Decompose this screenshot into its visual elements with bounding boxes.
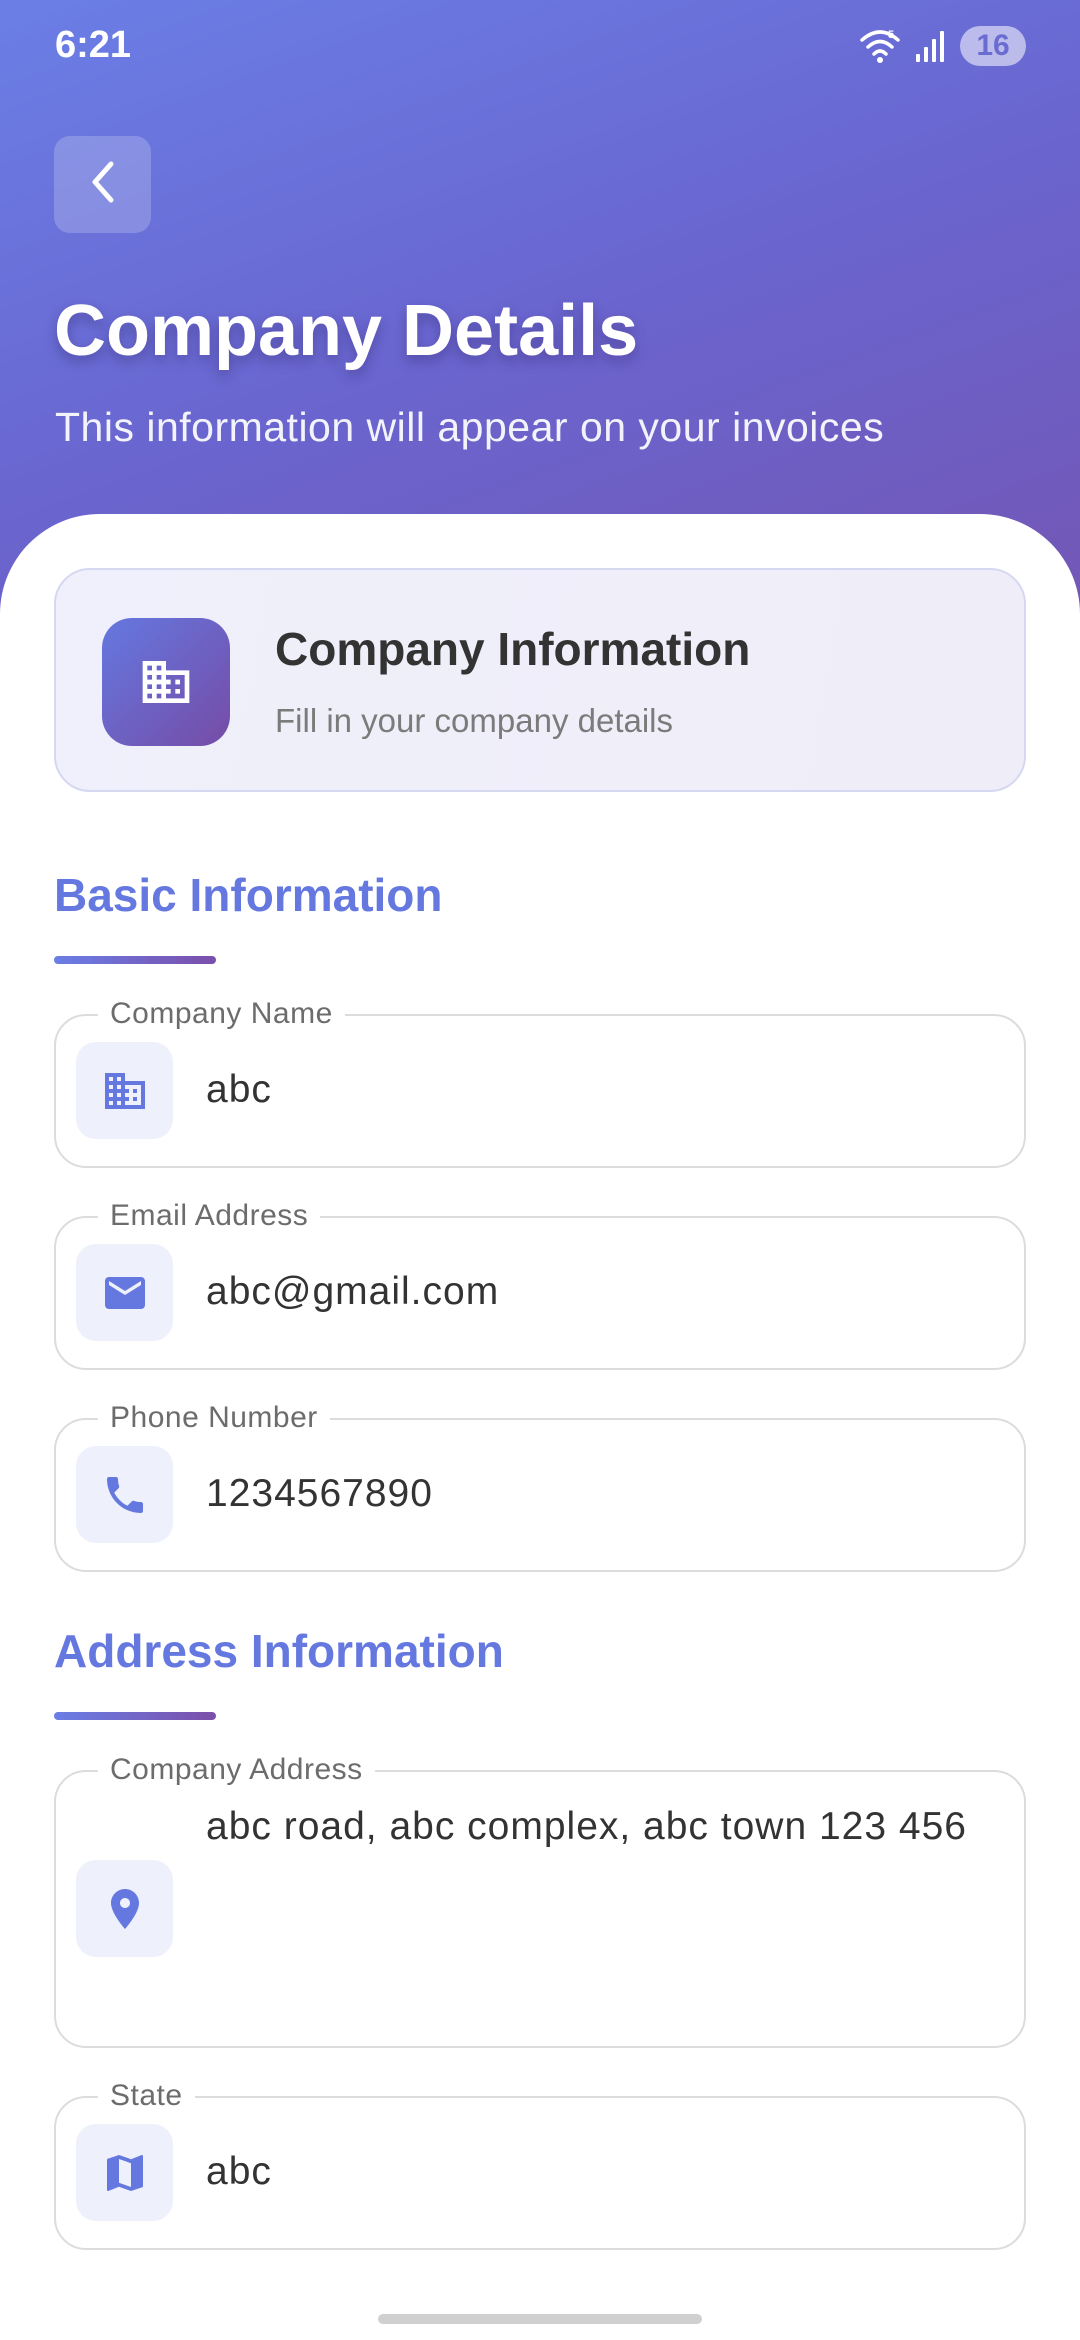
phone-input[interactable]: 1234567890 bbox=[206, 1472, 433, 1516]
company-address-label: Company Address bbox=[98, 1752, 375, 1788]
section-underline-basic bbox=[54, 956, 216, 964]
location-pin-icon bbox=[76, 1860, 173, 1957]
phone-label: Phone Number bbox=[98, 1400, 330, 1436]
email-input[interactable]: abc@gmail.com bbox=[206, 1270, 499, 1314]
status-time: 6:21 bbox=[55, 24, 132, 66]
company-info-card: Company Information Fill in your company… bbox=[54, 568, 1026, 792]
company-address-field[interactable]: Company Address abc road, abc complex, a… bbox=[54, 1752, 1026, 2048]
company-name-field[interactable]: Company Name abc bbox=[54, 996, 1026, 1168]
email-label: Email Address bbox=[98, 1198, 321, 1234]
info-card-subtitle: Fill in your company details bbox=[275, 702, 673, 739]
svg-text:5: 5 bbox=[888, 29, 894, 41]
section-title-address: Address Information bbox=[54, 1625, 504, 1677]
info-card-title: Company Information bbox=[275, 623, 751, 675]
signal-icon bbox=[914, 28, 948, 64]
battery-indicator: 16 bbox=[960, 26, 1026, 66]
building-icon bbox=[102, 618, 230, 746]
email-field[interactable]: Email Address abc@gmail.com bbox=[54, 1198, 1026, 1370]
home-indicator[interactable] bbox=[378, 2314, 702, 2324]
company-name-input[interactable]: abc bbox=[206, 1068, 272, 1112]
wifi-icon: 5 bbox=[858, 26, 902, 66]
chevron-left-icon bbox=[83, 158, 123, 211]
page-subtitle: This information will appear on your inv… bbox=[55, 404, 885, 450]
status-bar: 6:21 5 16 bbox=[0, 0, 1080, 96]
state-field[interactable]: State abc bbox=[54, 2078, 1026, 2250]
back-button[interactable] bbox=[54, 136, 151, 233]
status-icons: 5 16 bbox=[858, 24, 1026, 68]
state-input[interactable]: abc bbox=[206, 2150, 272, 2194]
page-title: Company Details bbox=[54, 291, 639, 371]
company-address-input[interactable]: abc road, abc complex, abc town 123 456 bbox=[206, 1796, 986, 1857]
company-details-screen: 6:21 5 16 Company Details This informati… bbox=[0, 0, 1080, 2340]
state-label: State bbox=[98, 2078, 195, 2114]
mail-icon bbox=[76, 1244, 173, 1341]
phone-icon bbox=[76, 1446, 173, 1543]
company-name-label: Company Name bbox=[98, 996, 345, 1032]
map-icon bbox=[76, 2124, 173, 2221]
building-icon bbox=[76, 1042, 173, 1139]
phone-field[interactable]: Phone Number 1234567890 bbox=[54, 1400, 1026, 1572]
section-underline-address bbox=[54, 1712, 216, 1720]
section-title-basic: Basic Information bbox=[54, 869, 443, 921]
